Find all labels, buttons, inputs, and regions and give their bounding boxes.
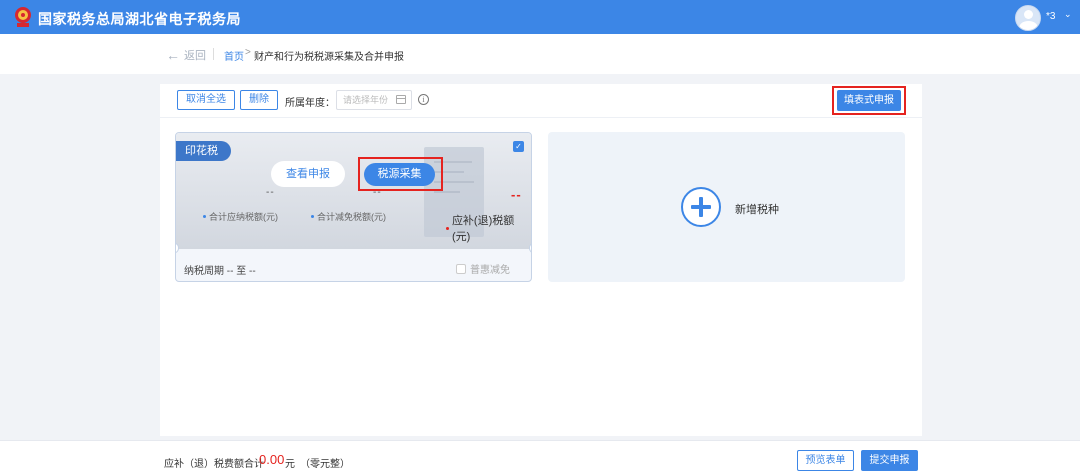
breadcrumb: ← 返回 首页 > 财产和行为税税源采集及合并申报	[0, 34, 1080, 74]
refund-metric: 应补(退)税额(元)	[446, 212, 531, 244]
toolbar-divider	[160, 117, 922, 118]
fill-form-button[interactable]: 填表式申报	[837, 90, 901, 111]
add-tax-type-label: 新增税种	[735, 204, 779, 216]
card-checkbox[interactable]: ✓	[513, 141, 524, 152]
card-notch-left	[176, 243, 179, 253]
year-placeholder: 请选择年份	[343, 95, 389, 105]
arrow-left-icon: ←	[166, 47, 180, 63]
tax-type-card[interactable]: 印花税 ✓ 查看申报 税源采集 -- -- -- 合计应纳税额(元) 合计减免税…	[175, 132, 532, 282]
back-button[interactable]: ← 返回	[166, 47, 206, 63]
preferential-label: 普惠减免	[470, 265, 510, 276]
total-amount: 0.00	[259, 452, 285, 467]
chevron-down-icon[interactable]: ⌄	[1064, 9, 1072, 20]
refund-label: 应补(退)税额(元)	[451, 215, 515, 243]
year-label: 所属年度：	[285, 98, 335, 109]
reduction-label: 合计减免税额(元)	[317, 212, 386, 222]
preferential-reduction-checkbox[interactable]: 普惠减免	[456, 261, 510, 276]
plus-icon[interactable]	[681, 187, 721, 227]
total-unit: 元	[285, 459, 295, 470]
view-declaration-button[interactable]: 查看申报	[271, 161, 345, 187]
card-notch-right	[529, 243, 531, 253]
tax-bureau-emblem-icon	[15, 7, 31, 27]
preview-form-button[interactable]: 预览表单	[797, 450, 854, 471]
payable-metric: 合计应纳税额(元)	[203, 210, 278, 223]
main-panel: 取消全选 删除 所属年度： 请选择年份 i 填表式申报 印花税 ✓ 查看申报 税…	[160, 84, 922, 436]
year-picker-input[interactable]: 请选择年份	[336, 90, 412, 110]
reduction-metric: 合计减免税额(元)	[311, 210, 386, 223]
total-in-words: （零元整）	[300, 459, 350, 470]
top-bar: 国家税务总局湖北省电子税务局 *3 ⌄	[0, 0, 1080, 34]
back-label: 返回	[184, 50, 206, 62]
footer-bar: 应补（退）税费额合计 0.00 元 （零元整） 预览表单 提交申报	[0, 440, 1080, 475]
user-name[interactable]: *3	[1046, 11, 1055, 22]
breadcrumb-separator: >	[245, 47, 251, 58]
breadcrumb-divider	[213, 48, 214, 60]
avatar[interactable]	[1015, 5, 1041, 31]
payable-value: --	[266, 187, 275, 198]
checkbox-icon	[456, 263, 466, 274]
tax-source-collect-highlight	[358, 157, 443, 191]
calendar-icon	[396, 95, 406, 104]
submit-declaration-button[interactable]: 提交申报	[861, 450, 918, 471]
payable-label: 合计应纳税额(元)	[209, 212, 278, 222]
add-tax-type-card[interactable]: 新增税种	[548, 132, 905, 282]
cancel-all-button[interactable]: 取消全选	[177, 90, 235, 110]
site-title: 国家税务总局湖北省电子税务局	[38, 11, 241, 27]
info-icon[interactable]: i	[418, 94, 429, 105]
tax-type-tag: 印花税	[176, 141, 231, 161]
total-label: 应补（退）税费额合计	[164, 459, 264, 470]
breadcrumb-current: 财产和行为税税源采集及合并申报	[254, 52, 404, 63]
refund-value: --	[511, 187, 522, 202]
tax-period: 纳税周期 -- 至 --	[184, 266, 256, 277]
breadcrumb-home-link[interactable]: 首页	[224, 48, 244, 63]
delete-button[interactable]: 删除	[240, 90, 278, 110]
